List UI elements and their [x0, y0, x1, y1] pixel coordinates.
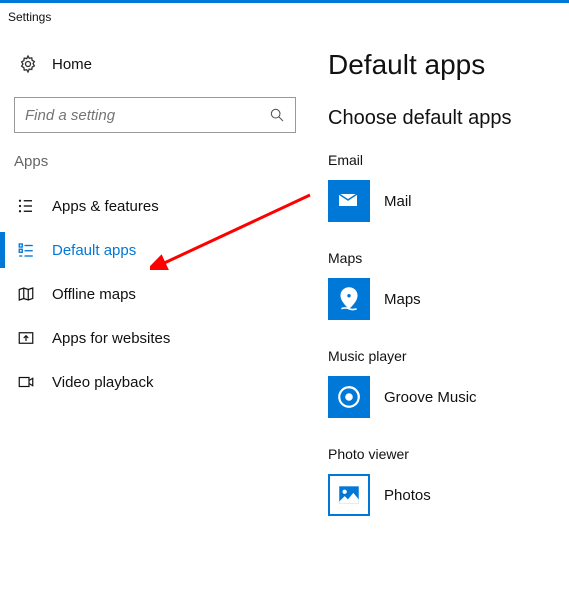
music-disc-icon: [336, 384, 362, 410]
category-photos: Photo viewer Photos: [328, 446, 569, 516]
list-icon: [16, 196, 36, 216]
left-pane: Home Apps Apps & fe: [0, 31, 310, 603]
nav-item-video-playback[interactable]: Video playback: [0, 360, 310, 404]
page-subtitle: Choose default apps: [328, 107, 569, 130]
nav-label: Offline maps: [52, 286, 136, 303]
nav-label: Default apps: [52, 242, 136, 259]
photo-icon: [336, 482, 362, 508]
category-maps: Maps Maps: [328, 250, 569, 320]
category-music: Music player Groove Music: [328, 348, 569, 418]
search-box[interactable]: [14, 97, 296, 133]
mail-icon: [336, 188, 362, 214]
right-pane: Default apps Choose default apps Email M…: [310, 31, 569, 603]
nav-item-default-apps[interactable]: Default apps: [0, 228, 310, 272]
photos-tile: [328, 474, 370, 516]
section-label: Apps: [0, 153, 310, 170]
app-name: Groove Music: [384, 389, 477, 406]
default-app-music[interactable]: Groove Music: [328, 376, 569, 418]
nav-label: Apps for websites: [52, 330, 170, 347]
nav-item-apps-websites[interactable]: Apps for websites: [0, 316, 310, 360]
default-app-maps[interactable]: Maps: [328, 278, 569, 320]
category-label: Maps: [328, 250, 569, 266]
map-icon: [16, 284, 36, 304]
open-in-app-icon: [16, 328, 36, 348]
window-title: Settings: [8, 10, 51, 24]
app-name: Maps: [384, 291, 421, 308]
search-icon: [269, 107, 285, 123]
home-label: Home: [52, 56, 92, 73]
default-app-photos[interactable]: Photos: [328, 474, 569, 516]
app-name: Photos: [384, 487, 431, 504]
category-label: Email: [328, 152, 569, 168]
mail-tile: [328, 180, 370, 222]
search-input[interactable]: [25, 107, 269, 124]
category-label: Music player: [328, 348, 569, 364]
maps-tile: [328, 278, 370, 320]
defaults-icon: [16, 240, 36, 260]
nav-item-offline-maps[interactable]: Offline maps: [0, 272, 310, 316]
video-icon: [16, 372, 36, 392]
page-title: Default apps: [328, 49, 569, 81]
gear-icon: [18, 54, 38, 74]
app-name: Mail: [384, 193, 412, 210]
title-bar: Settings: [0, 3, 569, 31]
home-button[interactable]: Home: [0, 43, 310, 85]
nav-label: Video playback: [52, 374, 153, 391]
nav-label: Apps & features: [52, 198, 159, 215]
category-email: Email Mail: [328, 152, 569, 222]
groove-tile: [328, 376, 370, 418]
category-label: Photo viewer: [328, 446, 569, 462]
nav-item-apps-features[interactable]: Apps & features: [0, 184, 310, 228]
location-icon: [336, 286, 362, 312]
default-app-email[interactable]: Mail: [328, 180, 569, 222]
